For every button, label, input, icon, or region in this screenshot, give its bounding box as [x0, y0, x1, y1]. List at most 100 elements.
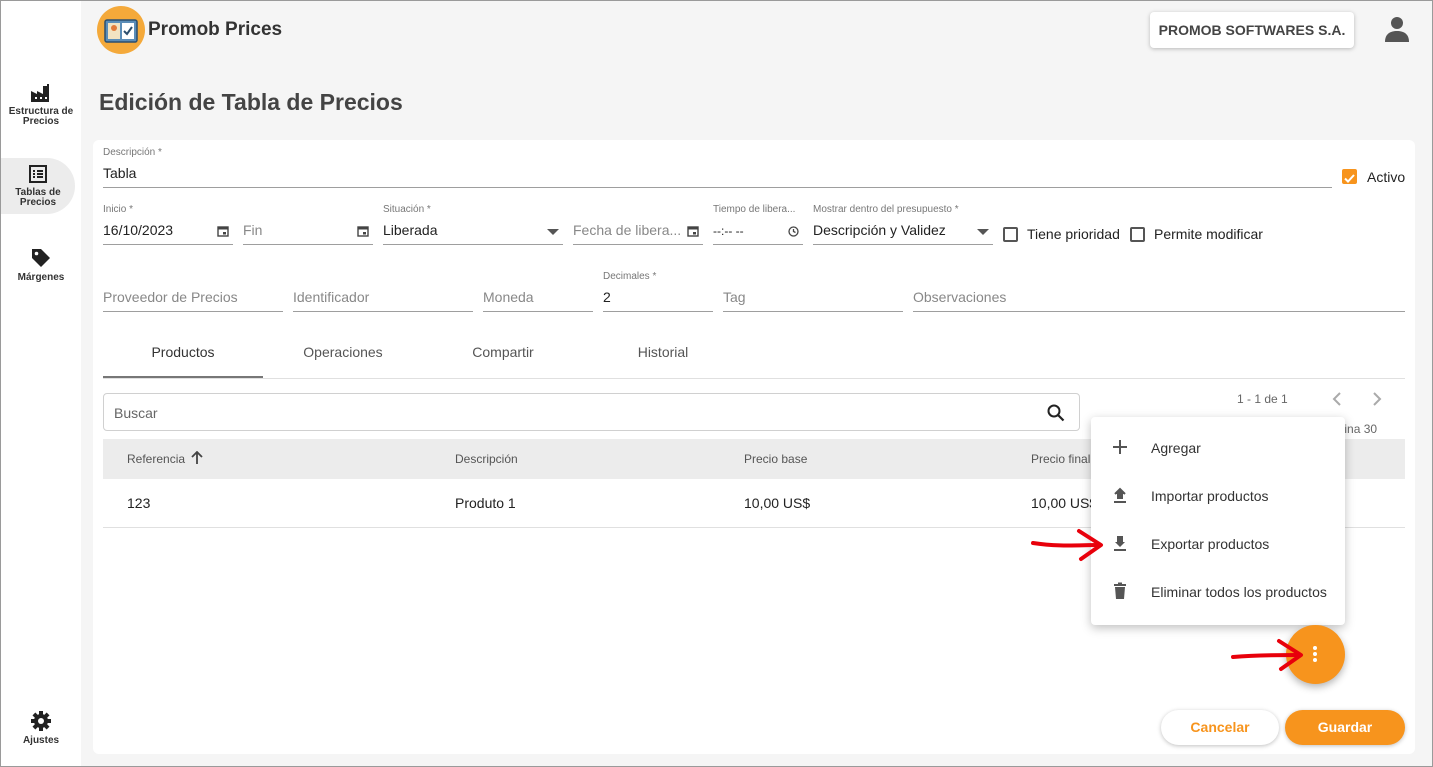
sidebar-item-margenes[interactable]: Márgenes: [1, 247, 81, 283]
clock-icon[interactable]: [788, 226, 799, 237]
field-label: Mostrar dentro del presupuesto *: [813, 204, 959, 215]
app-title: Promob Prices: [148, 19, 283, 40]
annotation-arrow-icon: [1031, 529, 1103, 561]
save-button[interactable]: Guardar: [1285, 710, 1405, 745]
field-label: Situación *: [383, 204, 431, 215]
sidebar-item-label: Precios: [22, 116, 60, 127]
permite-modificar-label: Permite modificar: [1154, 226, 1263, 242]
field-value: 2: [603, 289, 611, 305]
decimales-field[interactable]: Decimales * 2: [603, 271, 713, 312]
arrow-up-icon[interactable]: [191, 451, 203, 465]
field-label: Inicio *: [103, 204, 134, 215]
identificador-field[interactable]: Identificador: [293, 271, 473, 312]
menu-item-label: Agregar: [1151, 440, 1201, 456]
mostrar-select[interactable]: Mostrar dentro del presupuesto * Descrip…: [813, 204, 993, 245]
plus-icon: [1113, 440, 1127, 454]
chevron-right-icon[interactable]: [1371, 391, 1383, 407]
column-header-descripcion[interactable]: Descripción: [455, 452, 518, 466]
field-value: Descripción y Validez: [813, 222, 946, 238]
tab-divider: [103, 378, 1405, 379]
chevron-left-icon[interactable]: [1331, 391, 1343, 407]
cell-referencia: 123: [127, 495, 151, 511]
menu-item-label: Exportar productos: [1151, 536, 1270, 552]
tiempo-liberacion-field[interactable]: Tiempo de libera... --:-- --: [713, 204, 803, 245]
moneda-field[interactable]: Moneda: [483, 271, 593, 312]
tab-historial[interactable]: Historial: [583, 344, 743, 360]
dropdown-arrow-icon: [547, 229, 559, 235]
field-label: Descripción *: [103, 147, 162, 158]
user-icon[interactable]: [1384, 15, 1410, 43]
field-placeholder: Fecha de libera...: [573, 222, 682, 238]
sidebar-item-ajustes[interactable]: Ajustes: [1, 710, 81, 746]
inicio-field[interactable]: Inicio * 16/10/2023: [103, 204, 233, 245]
descripcion-field[interactable]: Descripción * Tabla: [103, 147, 1332, 188]
cell-precio-base: 10,00 US$: [744, 495, 811, 511]
menu-item-label: Eliminar todos los productos: [1151, 584, 1327, 600]
tab-active-indicator: [103, 376, 263, 378]
sidebar-item-tablas[interactable]: Tablas de Precios: [1, 158, 75, 214]
menu-item-importar[interactable]: Importar productos: [1091, 472, 1345, 520]
menu-item-exportar[interactable]: Exportar productos: [1091, 520, 1345, 568]
field-placeholder: Tag: [723, 289, 746, 305]
actions-menu: Agregar Importar productos Exportar prod…: [1091, 417, 1345, 625]
column-header-precio-final[interactable]: Precio final: [1031, 452, 1090, 466]
search-input[interactable]: Buscar: [103, 393, 1080, 431]
trash-icon: [1114, 582, 1126, 599]
upload-icon: [1114, 487, 1126, 503]
situacion-select[interactable]: Situación * Liberada: [383, 204, 563, 245]
field-value: Tabla: [103, 165, 137, 181]
calendar-icon[interactable]: [217, 225, 229, 237]
tiene-prioridad-checkbox[interactable]: [1003, 227, 1018, 242]
list-icon: [29, 165, 47, 183]
field-value: 16/10/2023: [103, 222, 174, 238]
column-header-referencia[interactable]: Referencia: [127, 452, 185, 466]
calendar-icon[interactable]: [687, 225, 699, 237]
sidebar: Estructura de Precios Tablas de Precios …: [1, 1, 81, 766]
sidebar-item-label: Ajustes: [22, 735, 60, 746]
tag-icon: [32, 249, 50, 267]
company-button[interactable]: PROMOB SOFTWARES S.A.: [1150, 12, 1354, 48]
field-value: --:-- --: [713, 224, 744, 238]
observaciones-field[interactable]: Observaciones: [913, 271, 1405, 312]
sidebar-item-estructura[interactable]: Estructura de Precios: [1, 83, 81, 127]
tab-operaciones[interactable]: Operaciones: [263, 344, 423, 360]
cell-descripcion: Produto 1: [455, 495, 516, 511]
app-logo: [97, 6, 145, 54]
activo-label: Activo: [1367, 169, 1406, 185]
gear-icon: [31, 711, 51, 731]
field-placeholder: Identificador: [293, 289, 370, 305]
menu-item-eliminar[interactable]: Eliminar todos los productos: [1091, 568, 1345, 616]
more-vert-icon: [1313, 646, 1317, 662]
menu-item-agregar[interactable]: Agregar: [1091, 424, 1345, 472]
field-placeholder: Observaciones: [913, 289, 1007, 305]
annotation-arrow-icon: [1231, 639, 1303, 671]
permite-modificar-checkbox[interactable]: [1130, 227, 1145, 242]
search-icon[interactable]: [1047, 404, 1065, 422]
tab-compartir[interactable]: Compartir: [423, 344, 583, 360]
fecha-liberacion-field[interactable]: Fecha de libera...: [573, 204, 703, 245]
search-placeholder: Buscar: [114, 405, 158, 421]
menu-item-label: Importar productos: [1151, 488, 1269, 504]
calendar-icon[interactable]: [357, 225, 369, 237]
cancel-button[interactable]: Cancelar: [1161, 710, 1279, 745]
fin-field[interactable]: Fin: [243, 204, 373, 245]
tiene-prioridad-label: Tiene prioridad: [1027, 226, 1120, 242]
field-placeholder: Fin: [243, 222, 263, 238]
field-label: Decimales *: [603, 271, 657, 282]
cell-precio-final: 10,00 US$: [1031, 495, 1098, 511]
column-header-precio-base[interactable]: Precio base: [744, 452, 807, 466]
sidebar-item-label: Márgenes: [17, 272, 65, 283]
field-value: Liberada: [383, 222, 438, 238]
field-label: Tiempo de libera...: [713, 204, 796, 215]
activo-checkbox[interactable]: [1342, 169, 1357, 184]
tag-field[interactable]: Tag: [723, 271, 903, 312]
field-placeholder: Moneda: [483, 289, 534, 305]
page-title: Edición de Tabla de Precios: [99, 89, 403, 115]
sidebar-item-label: Precios: [19, 197, 57, 208]
tab-productos[interactable]: Productos: [103, 344, 263, 360]
factory-icon: [31, 84, 49, 102]
pager-range: 1 - 1 de 1: [1237, 392, 1288, 406]
field-placeholder: Proveedor de Precios: [103, 289, 238, 305]
proveedor-field[interactable]: Proveedor de Precios: [103, 271, 283, 312]
check-icon: [1344, 174, 1355, 183]
